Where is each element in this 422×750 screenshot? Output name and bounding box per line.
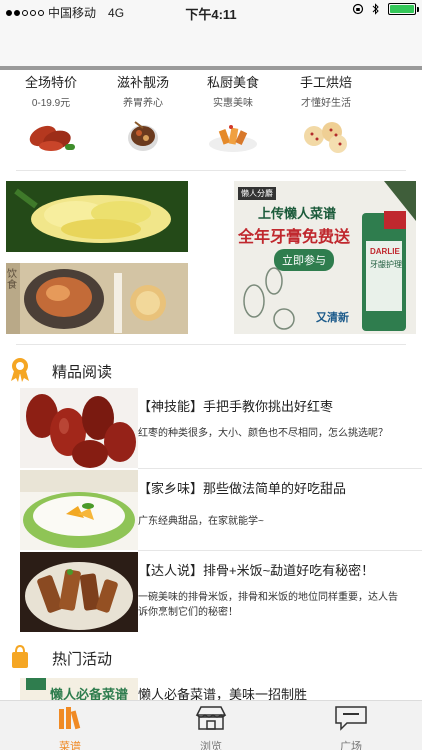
category-special-offer[interactable]: 全场特价 0-19.9元 bbox=[3, 74, 99, 161]
tab-label: 广场 bbox=[340, 741, 362, 750]
article-description: 一碗美味的排骨米饭，排骨和米饭的地位同样重要，达人告诉你烹制它们的秘密！ bbox=[138, 592, 398, 618]
brand-tag: 懒人分麝 bbox=[238, 187, 276, 200]
dish-icon bbox=[209, 125, 257, 152]
soup-icon bbox=[128, 121, 158, 151]
promo-line-2: 全年牙膏免费送 bbox=[238, 229, 351, 246]
books-icon bbox=[59, 707, 81, 730]
shopping-bag-icon bbox=[12, 644, 28, 668]
row-divider bbox=[138, 468, 422, 469]
promo-line-1: 上传懒人菜谱 bbox=[258, 206, 337, 221]
navigation-bar bbox=[0, 22, 422, 66]
activity-banner-image: 懒人必备菜谱 bbox=[20, 678, 138, 700]
article-title: 【家乡味】那些做法简单的好吃甜品 bbox=[138, 481, 347, 496]
product-cn-label: 牙龈护理 bbox=[370, 260, 402, 269]
category-title: 滋补靓汤 bbox=[116, 75, 169, 90]
category-subtitle: 才懂好生活 bbox=[301, 98, 351, 109]
chat-bubble-icon bbox=[335, 706, 367, 731]
header-divider bbox=[0, 66, 422, 70]
category-subtitle: 0-19.9元 bbox=[31, 98, 71, 109]
tab-square[interactable]: 广场 bbox=[311, 705, 391, 750]
article-row[interactable]: 【家乡味】那些做法简单的好吃甜品 广东经典甜品，在家就能学~ bbox=[20, 470, 422, 551]
category-subtitle: 实惠美味 bbox=[213, 98, 253, 109]
category-title: 全场特价 bbox=[24, 75, 77, 90]
fruit-platter-image bbox=[6, 181, 188, 252]
green-tag-icon bbox=[26, 678, 46, 690]
tab-label: 浏览 bbox=[200, 741, 222, 750]
category-grid: 全场特价 0-19.9元 滋补靓汤 养胃养心 私厨美食 实惠美味 手工烘焙 才懂… bbox=[0, 74, 422, 164]
tab-browse[interactable]: 浏览 bbox=[171, 705, 251, 750]
category-title: 私厨美食 bbox=[206, 75, 259, 90]
promo-slogan: 又清新 bbox=[316, 312, 349, 324]
status-icons bbox=[352, 3, 419, 15]
category-nourishing-soup[interactable]: 滋补靓汤 养胃养心 bbox=[95, 74, 191, 161]
banner-side-text: 饮食 bbox=[7, 269, 17, 291]
reading-section-header: 精品阅读 bbox=[0, 355, 422, 385]
ribbon-badge-icon bbox=[11, 358, 29, 382]
battery-icon bbox=[388, 3, 419, 15]
category-divider bbox=[16, 170, 406, 171]
cookie-icon bbox=[304, 122, 347, 153]
red-dates-image bbox=[20, 388, 138, 468]
dessert-bowl-image bbox=[20, 470, 138, 550]
tab-recipes[interactable]: 菜谱 bbox=[30, 705, 110, 750]
bluetooth-icon bbox=[372, 3, 379, 15]
tab-bar: 菜谱 浏览 广场 bbox=[0, 700, 422, 750]
category-handmade-baking[interactable]: 手工烘焙 才懂好生活 bbox=[278, 74, 374, 161]
storefront-icon bbox=[195, 706, 227, 730]
banner-food-photo-2[interactable]: 饮食 bbox=[6, 263, 188, 334]
category-subtitle: 养胃养心 bbox=[123, 98, 163, 109]
activity-title: 懒人必备菜谱，美味一招制胜 bbox=[138, 687, 308, 700]
bread-plate-image bbox=[6, 263, 188, 334]
orientation-lock-icon bbox=[352, 3, 364, 15]
section-divider bbox=[16, 344, 406, 345]
status-bar: 中国移动 4G 下午4:11 bbox=[0, 0, 422, 22]
row-divider bbox=[138, 550, 422, 551]
article-description: 广东经典甜品，在家就能学~ bbox=[138, 516, 264, 527]
activities-section-title: 热门活动 bbox=[52, 651, 113, 668]
category-title: 手工烘焙 bbox=[299, 75, 352, 90]
sausage-icon bbox=[29, 125, 75, 151]
article-row[interactable]: 【神技能】手把手教你挑出好红枣 红枣的种类很多，大小、颜色也不尽相同，怎么挑选呢… bbox=[20, 388, 422, 469]
article-description: 红枣的种类很多，大小、颜色也不尽相同，怎么挑选呢？ bbox=[138, 428, 388, 439]
promo-cta-button[interactable]: 立即参与 bbox=[274, 249, 334, 271]
spare-ribs-image bbox=[20, 552, 138, 632]
product-label: DARLIE bbox=[370, 247, 400, 256]
activity-image-text: 懒人必备菜谱 bbox=[50, 687, 129, 700]
banner-toothpaste-promo[interactable]: 懒人分麝 上传懒人菜谱 全年牙膏免费送 立即参与 DARLIE 牙龈护理 又清新 bbox=[234, 181, 416, 334]
category-private-kitchen[interactable]: 私厨美食 实惠美味 bbox=[185, 74, 281, 161]
article-row[interactable]: 【达人说】排骨+米饭~勐道好吃有秘密！ 一碗美味的排骨米饭，排骨和米饭的地位同样… bbox=[20, 552, 422, 632]
tab-label: 菜谱 bbox=[59, 741, 81, 750]
reading-section-title: 精品阅读 bbox=[52, 364, 113, 381]
article-title: 【达人说】排骨+米饭~勐道好吃有秘密！ bbox=[138, 563, 375, 578]
activity-row[interactable]: 懒人必备菜谱 懒人必备菜谱，美味一招制胜 bbox=[20, 678, 422, 700]
article-title: 【神技能】手把手教你挑出好红枣 bbox=[138, 399, 334, 414]
activities-section-header: 热门活动 bbox=[0, 642, 422, 672]
banner-food-photo-1[interactable] bbox=[6, 181, 188, 252]
